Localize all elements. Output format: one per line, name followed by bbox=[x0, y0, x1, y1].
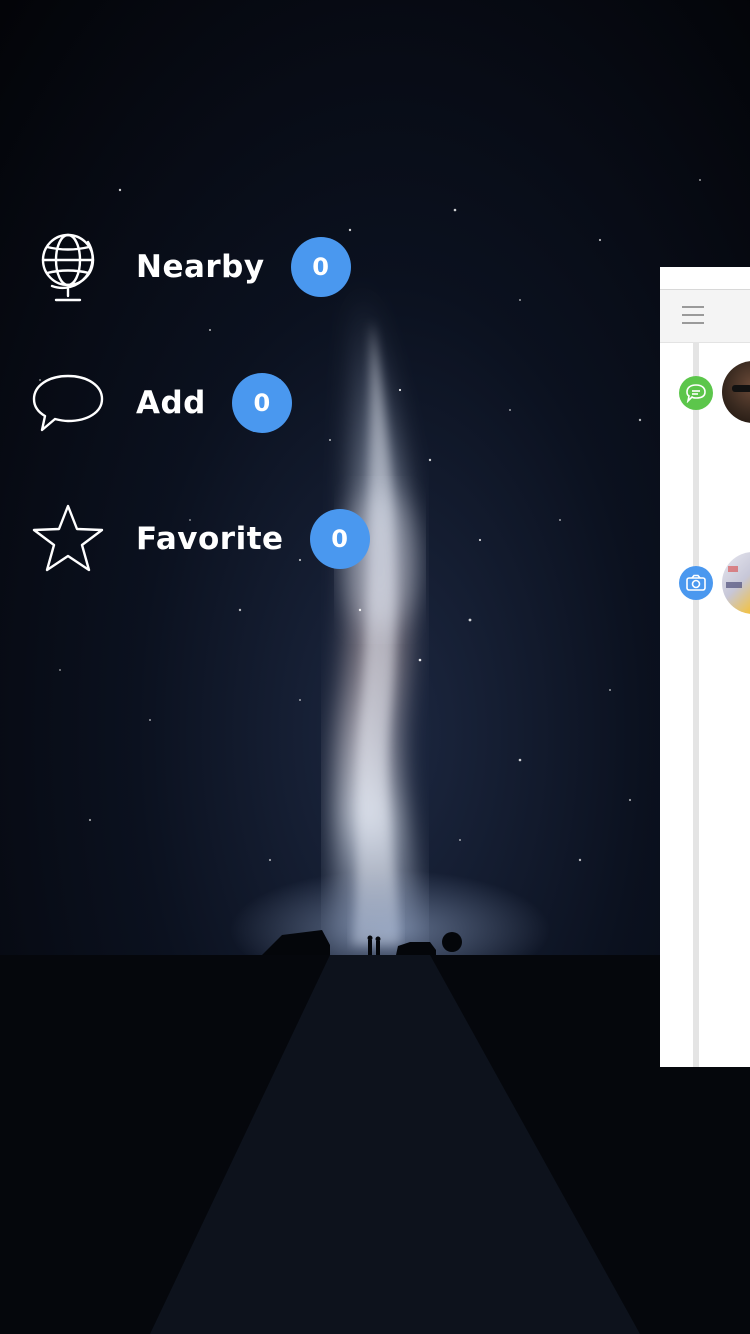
favorite-count-badge: 0 bbox=[309, 509, 370, 569]
add-count-badge: 0 bbox=[231, 373, 292, 433]
timeline-line bbox=[693, 342, 699, 1067]
starry-night-background bbox=[0, 0, 750, 1334]
menu-label-add: Add bbox=[136, 385, 206, 421]
globe-icon bbox=[28, 227, 108, 307]
menu-label-nearby: Nearby bbox=[136, 249, 265, 285]
hamburger-icon[interactable] bbox=[682, 306, 704, 324]
nearby-count-badge: 0 bbox=[290, 237, 351, 297]
status-bar bbox=[660, 267, 750, 290]
avatar[interactable] bbox=[722, 552, 750, 614]
menu-item-favorite[interactable]: Favorite 0 bbox=[28, 504, 388, 574]
main-content-panel[interactable] bbox=[660, 267, 750, 1067]
avatar[interactable] bbox=[722, 361, 750, 423]
chat-icon[interactable] bbox=[679, 376, 713, 410]
menu-label-favorite: Favorite bbox=[136, 521, 284, 557]
menu-item-add[interactable]: Add 0 bbox=[28, 368, 388, 438]
speech-bubble-icon bbox=[28, 363, 108, 443]
menu-item-nearby[interactable]: Nearby 0 bbox=[28, 232, 388, 302]
toolbar bbox=[660, 290, 750, 343]
camera-icon[interactable] bbox=[679, 566, 713, 600]
star-icon bbox=[28, 499, 108, 579]
